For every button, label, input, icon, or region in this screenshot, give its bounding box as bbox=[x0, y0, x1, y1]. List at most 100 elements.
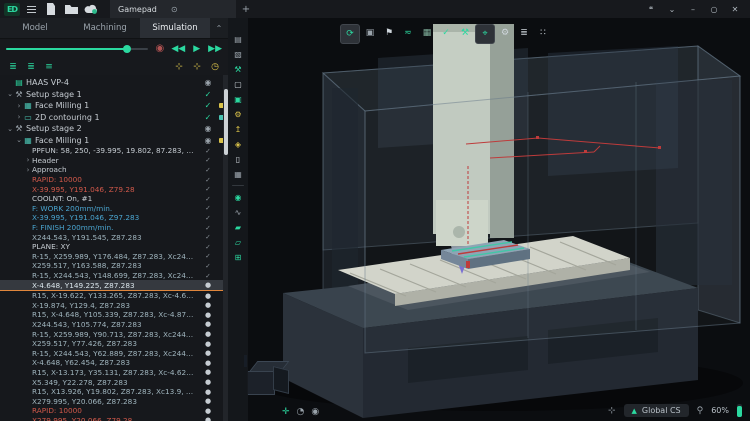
locate-button[interactable]: ⊹ bbox=[608, 406, 616, 416]
fast-forward-button[interactable]: ▶▶ bbox=[208, 45, 222, 54]
gcode-line[interactable]: X244.543, Y105.774, Z87.283● bbox=[0, 320, 228, 330]
viewport-3d[interactable]: ⟳▣⚑≂▦✓⚒⌖⚙≣∷ ✛◔◉ ⊹ ▲ Global CS ⚲ 60% bbox=[228, 18, 750, 421]
gcode-line[interactable]: RAPID: 10000● bbox=[0, 406, 228, 416]
executed-check-icon[interactable]: ✓ bbox=[202, 147, 214, 155]
expander-icon[interactable]: › bbox=[15, 102, 23, 110]
pending-dot-icon[interactable]: ● bbox=[202, 378, 214, 386]
tree-node[interactable]: ⌄⚒Setup stage 2◉ bbox=[0, 123, 228, 135]
gcode-line[interactable]: R-15, X259.989, Y176.484, Z87.283, Xc244… bbox=[0, 252, 228, 262]
collision-check-icon[interactable]: ▣ bbox=[361, 24, 379, 42]
visibility-icon[interactable]: ◉ bbox=[311, 407, 319, 417]
executed-check-icon[interactable]: ✓ bbox=[202, 176, 214, 184]
gcode-line[interactable]: X5.349, Y22.278, Z87.283● bbox=[0, 377, 228, 387]
executed-check-icon[interactable]: ✓ bbox=[202, 185, 214, 193]
new-project-tab-button[interactable]: + bbox=[238, 4, 254, 15]
pending-dot-icon[interactable]: ● bbox=[202, 388, 214, 396]
gcode-line[interactable]: F: FINISH 200mm/min.✓ bbox=[0, 223, 228, 233]
expander-icon[interactable]: › bbox=[24, 156, 32, 164]
executed-check-icon[interactable]: ✓ bbox=[202, 195, 214, 203]
gcode-line[interactable]: X279.995, Y20.066, Z79.28● bbox=[0, 416, 228, 421]
feedback-button[interactable]: ❝ bbox=[642, 2, 660, 16]
fixture-icon[interactable]: ▣ bbox=[230, 92, 246, 106]
status-ok-icon[interactable]: ✓ bbox=[202, 101, 214, 110]
executed-check-icon[interactable]: ✓ bbox=[202, 204, 214, 212]
gcode-line[interactable]: R-15, X244.543, Y148.699, Z87.283, Xc244… bbox=[0, 271, 228, 281]
pending-dot-icon[interactable]: ● bbox=[202, 349, 214, 357]
list-compact-button[interactable]: ≣ bbox=[6, 62, 20, 72]
axes-icon[interactable]: ⊞ bbox=[230, 250, 246, 264]
tool-cutter-icon[interactable]: ↥ bbox=[230, 122, 246, 136]
executed-check-icon[interactable]: ✓ bbox=[202, 156, 214, 164]
dropdown-button[interactable]: ⌄ bbox=[663, 2, 681, 16]
gcode-line[interactable]: PPFUN: 58, 250, -39.995, 19.802, 87.283,… bbox=[0, 146, 228, 156]
tool-display-icon[interactable]: ⚒ bbox=[456, 24, 474, 42]
gcode-line[interactable]: R-15, X244.543, Y62.889, Z87.283, Xc244.… bbox=[0, 348, 228, 358]
expander-icon[interactable]: ⌄ bbox=[6, 125, 14, 133]
main-menu-button[interactable] bbox=[22, 2, 40, 16]
expander-icon[interactable]: ⌄ bbox=[6, 90, 14, 98]
pending-dot-icon[interactable]: ● bbox=[202, 281, 214, 289]
visibility-eye-icon[interactable]: ◉ bbox=[202, 136, 214, 145]
tab-machining[interactable]: Machining bbox=[70, 18, 140, 38]
gcode-line[interactable]: X259.517, Y77.426, Z87.283● bbox=[0, 339, 228, 349]
simulation-restart-icon[interactable]: ⟳ bbox=[340, 24, 360, 44]
new-file-button[interactable] bbox=[42, 2, 60, 16]
gcode-line[interactable]: X279.995, Y20.066, Z87.283● bbox=[0, 396, 228, 406]
tree-node[interactable]: ›▦Face Milling 1✓ bbox=[0, 100, 228, 112]
executed-check-icon[interactable]: ✓ bbox=[202, 214, 214, 222]
view-cube[interactable] bbox=[246, 359, 290, 401]
gcode-line[interactable]: R15, X-4.648, Y105.339, Z87.283, Xc-4.87… bbox=[0, 310, 228, 320]
display-options-icon[interactable]: ≣ bbox=[515, 24, 533, 42]
maximize-button[interactable]: ○ bbox=[705, 2, 723, 16]
executed-check-icon[interactable]: ✓ bbox=[202, 272, 214, 280]
gcode-line[interactable]: ›Header✓ bbox=[0, 156, 228, 166]
panel-collapse-button[interactable]: ⌃ bbox=[210, 18, 228, 38]
record-button[interactable]: ◉ bbox=[153, 44, 166, 54]
machine-display-icon[interactable]: ⌖ bbox=[475, 24, 495, 44]
tab-simulation[interactable]: Simulation bbox=[140, 18, 210, 38]
simulation-progress-slider[interactable] bbox=[6, 48, 148, 50]
executed-check-icon[interactable]: ✓ bbox=[202, 166, 214, 174]
open-folder-button[interactable] bbox=[62, 2, 80, 16]
pending-dot-icon[interactable]: ● bbox=[202, 292, 214, 300]
pending-dot-icon[interactable]: ● bbox=[202, 397, 214, 405]
settings-gear-icon[interactable]: ⚙ bbox=[496, 24, 514, 42]
executed-check-icon[interactable]: ✓ bbox=[202, 224, 214, 232]
executed-check-icon[interactable]: ✓ bbox=[202, 252, 214, 260]
list-full-button[interactable]: ≡ bbox=[42, 62, 56, 72]
tool-assembly-icon[interactable]: ◈ bbox=[230, 137, 246, 151]
gcode-line[interactable]: X-39.995, Y191.046, Z97.283✓ bbox=[0, 213, 228, 223]
visibility-eye-icon[interactable]: ◉ bbox=[202, 78, 214, 87]
tool-holder-icon[interactable]: ⚙ bbox=[230, 107, 246, 121]
note-icon[interactable]: ▯ bbox=[230, 152, 246, 166]
tool-green-icon[interactable]: ⚒ bbox=[230, 62, 246, 76]
expander-icon[interactable]: ⌄ bbox=[15, 136, 23, 144]
tree-node[interactable]: ▤HAAS VP-4◉ bbox=[0, 77, 228, 89]
tree-scrollbar-thumb[interactable] bbox=[224, 89, 228, 155]
tree-node[interactable]: ⌄⚒Setup stage 1✓ bbox=[0, 89, 228, 101]
measure-icon[interactable]: ≂ bbox=[399, 24, 417, 42]
pending-dot-icon[interactable]: ● bbox=[202, 407, 214, 415]
pending-dot-icon[interactable]: ● bbox=[202, 330, 214, 338]
pending-dot-icon[interactable]: ● bbox=[202, 340, 214, 348]
curve-icon[interactable]: ∿ bbox=[230, 205, 246, 219]
gcode-line[interactable]: X-4.648, Y149.225, Z87.283● bbox=[0, 280, 228, 291]
visibility-eye-icon[interactable]: ◉ bbox=[202, 124, 214, 133]
cloud-button[interactable] bbox=[82, 2, 100, 16]
minimize-button[interactable]: – bbox=[684, 2, 702, 16]
tree-node[interactable]: ›▭2D contouring 1✓ bbox=[0, 112, 228, 124]
point-icon[interactable]: ◉ bbox=[230, 190, 246, 204]
pending-dot-icon[interactable]: ● bbox=[202, 359, 214, 367]
machine-tree-icon[interactable]: ▤ bbox=[230, 32, 246, 46]
gcode-line[interactable]: RAPID: 10000✓ bbox=[0, 175, 228, 185]
gcode-line[interactable]: X-4.648, Y62.454, Z87.283● bbox=[0, 358, 228, 368]
status-ok-icon[interactable]: ✓ bbox=[202, 90, 214, 99]
executed-check-icon[interactable]: ✓ bbox=[202, 233, 214, 241]
add-marker-button[interactable]: ⊹ bbox=[190, 62, 204, 72]
tab-model[interactable]: Model bbox=[0, 18, 70, 38]
expander-icon[interactable]: › bbox=[15, 113, 23, 121]
pending-dot-icon[interactable]: ● bbox=[202, 311, 214, 319]
close-button[interactable]: ✕ bbox=[726, 2, 744, 16]
verify-icon[interactable]: ✓ bbox=[437, 24, 455, 42]
gcode-line[interactable]: R15, X-13.173, Y35.131, Z87.283, Xc-4.62… bbox=[0, 368, 228, 378]
